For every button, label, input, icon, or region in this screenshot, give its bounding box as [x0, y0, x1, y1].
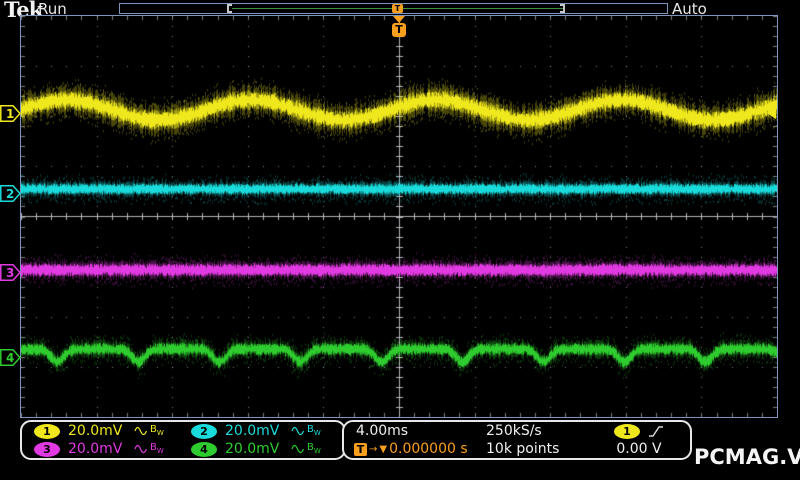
channel-4-scale: 20.0mV [225, 441, 280, 457]
channel-4-position-marker[interactable]: 4 [0, 349, 21, 366]
record-window-right-bracket[interactable] [560, 4, 565, 13]
trigger-position-readout[interactable]: T → ▼ 0.000000 s [348, 441, 478, 457]
horizontal-record-overview-bar[interactable]: T [119, 3, 668, 14]
trigger-level-value: 0.00 V [616, 441, 662, 457]
oscilloscope-screen: Tek Run T Auto 1 2 3 4 T 1 20.0mV BW 2 2… [0, 0, 800, 480]
channel-3-position-marker[interactable]: 3 [0, 264, 21, 281]
rising-edge-icon [649, 425, 663, 437]
triangle-down-icon: ▼ [379, 443, 388, 455]
trigger-level-arrow-icon[interactable] [767, 107, 776, 119]
ac-coupling-icon [291, 426, 305, 436]
trigger-position-value: 0.000000 s [389, 441, 468, 457]
record-window-left-bracket[interactable] [227, 4, 232, 13]
trigger-position-triangle-icon [393, 16, 405, 23]
waveform-display [21, 16, 777, 417]
watermark: PCMAG.VN [694, 445, 800, 469]
channel-1-readout[interactable]: 1 20.0mV BW [26, 423, 183, 439]
trigger-position-bar-icon[interactable]: T [392, 4, 403, 13]
trigger-t-icon: T [354, 442, 367, 456]
sample-rate: 250kS/s [486, 423, 542, 439]
trigger-source-badge: 1 [614, 423, 640, 439]
bandwidth-limit-icon: BW [307, 423, 321, 437]
bandwidth-limit-icon: BW [150, 423, 164, 437]
channel-1-scale: 20.0mV [68, 423, 123, 439]
channel-1-position-marker[interactable]: 1 [0, 105, 21, 122]
channel-3-badge: 3 [34, 441, 60, 457]
channel-2-badge: 2 [191, 423, 217, 439]
ac-coupling-icon [134, 426, 148, 436]
channel-4-readout[interactable]: 4 20.0mV BW [183, 441, 340, 457]
channel-readout-box: 1 20.0mV BW 2 20.0mV BW 3 20.0mV BW 4 20… [20, 420, 346, 460]
svg-text:3: 3 [6, 266, 14, 280]
horizontal-trigger-readout-box: 4.00ms 250kS/s 1 T → ▼ 0.000000 s 10k point… [342, 420, 692, 460]
channel-3-readout[interactable]: 3 20.0mV BW [26, 441, 183, 457]
timebase-scale[interactable]: 4.00ms [348, 423, 478, 439]
trigger-position-flag[interactable]: T [391, 16, 407, 37]
trigger-source[interactable]: 1 [592, 423, 686, 439]
bandwidth-limit-icon: BW [150, 441, 164, 455]
channel-1-badge: 1 [34, 423, 60, 439]
channel-2-position-marker[interactable]: 2 [0, 185, 21, 202]
trigger-t-icon: T [392, 23, 406, 37]
ac-coupling-icon [134, 444, 148, 454]
channel-3-scale: 20.0mV [68, 441, 123, 457]
channel-4-badge: 4 [191, 441, 217, 457]
arrow-right-icon: → [369, 443, 378, 455]
svg-text:2: 2 [6, 187, 14, 201]
svg-text:4: 4 [6, 351, 14, 365]
channel-2-readout[interactable]: 2 20.0mV BW [183, 423, 340, 439]
record-length: 10k points [486, 441, 560, 457]
bandwidth-limit-icon: BW [307, 441, 321, 455]
svg-text:1: 1 [6, 107, 14, 121]
ac-coupling-icon [291, 444, 305, 454]
channel-2-scale: 20.0mV [225, 423, 280, 439]
